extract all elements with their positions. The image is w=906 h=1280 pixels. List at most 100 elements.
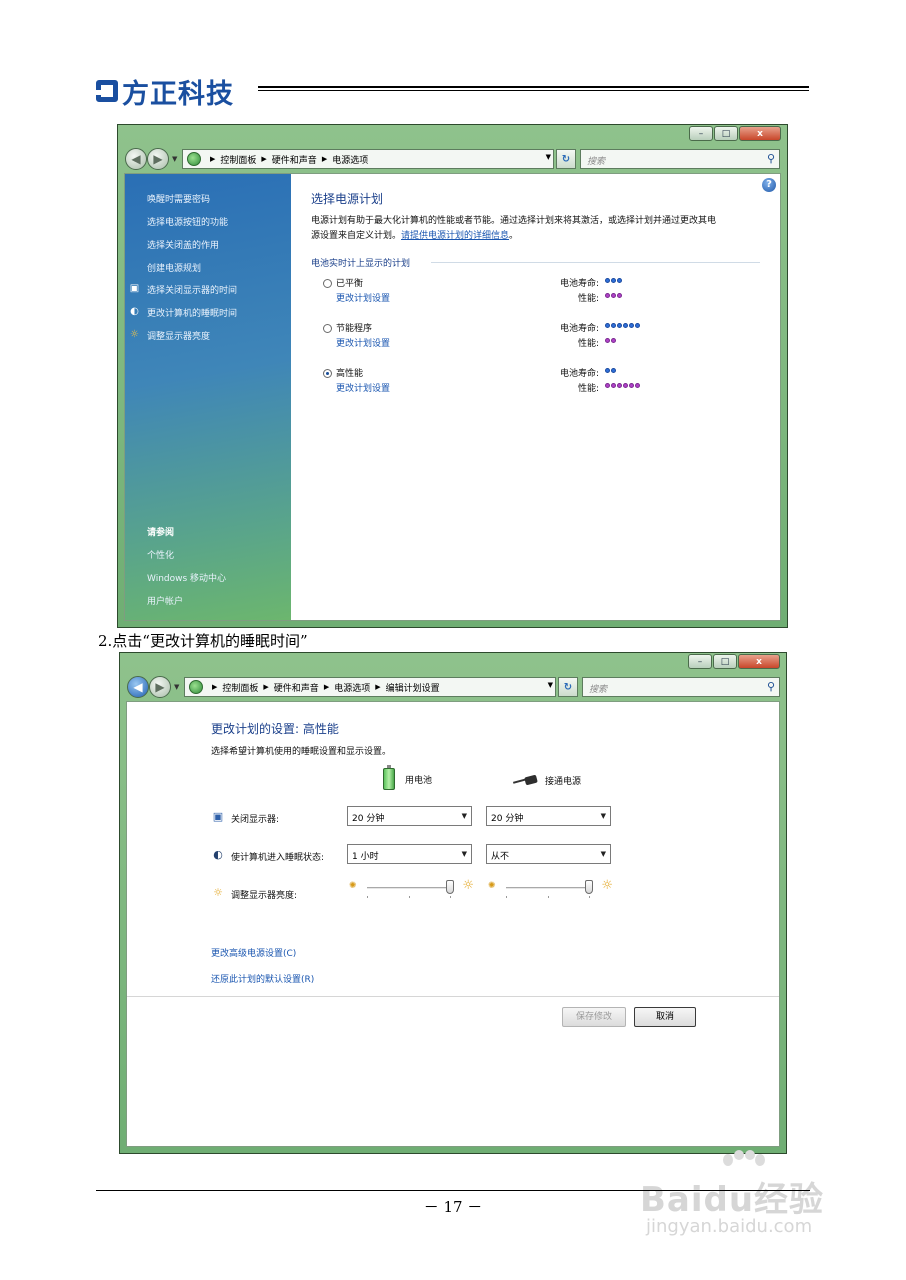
moon-icon: ◐ — [130, 306, 139, 317]
save-changes-button[interactable]: 保存修改 — [562, 1007, 626, 1027]
close-button[interactable]: x — [738, 654, 780, 669]
sidebar-item-lid-close[interactable]: 选择关闭盖的作用 — [147, 238, 219, 251]
slider-thumb[interactable] — [446, 880, 454, 894]
forward-button[interactable]: ▶ — [147, 148, 169, 170]
sleep-plugged-select[interactable]: 从不 ▼ — [486, 844, 611, 864]
column-label-plugged: 接通电源 — [545, 777, 582, 787]
brightness-battery-slider[interactable]: ✺ ☼ — [349, 878, 474, 898]
maximize-button[interactable]: □ — [714, 126, 738, 141]
step-caption: 2.点击“更改计算机的睡眠时间” — [98, 632, 308, 650]
plan-name[interactable]: 节能程序 — [336, 321, 372, 334]
breadcrumb-hardware-sound[interactable]: 硬件和声音 — [274, 681, 319, 694]
power-plug-icon — [513, 776, 539, 786]
slider-thumb[interactable] — [585, 880, 593, 894]
slider-tick — [589, 896, 590, 898]
content-area: 唤醒时需要密码 选择电源按钮的功能 选择关闭盖的作用 创建电源规划 ▣ 选择关闭… — [124, 173, 781, 621]
display-off-plugged-value: 20 分钟 — [491, 814, 524, 824]
description-line: 电源计划有助于最大化计算机的性能或者节能。通过选择计划来将其激活，或选择计划并通… — [311, 216, 717, 226]
battery-life-label: 电池寿命: — [559, 369, 599, 379]
back-button[interactable]: ◀ — [127, 676, 149, 698]
search-icon[interactable]: ⚲ — [767, 152, 775, 165]
search-input[interactable]: 搜索 — [589, 682, 607, 695]
performance-rating — [605, 383, 641, 388]
address-dropdown-icon[interactable]: ▼ — [546, 153, 551, 161]
search-input[interactable]: 搜索 — [587, 154, 605, 167]
sidebar-item-brightness[interactable]: 调整显示器亮度 — [147, 329, 210, 342]
performance-label: 性能: — [577, 339, 599, 349]
search-box[interactable]: 搜索 ⚲ — [580, 149, 780, 169]
breadcrumb-separator-icon: ▶ — [375, 683, 381, 691]
display-off-plugged-select[interactable]: 20 分钟 ▼ — [486, 806, 611, 826]
sidebar-item-mobility-center[interactable]: Windows 移动中心 — [147, 571, 226, 584]
breadcrumb-control-panel[interactable]: 控制面板 — [222, 681, 258, 694]
company-logo: 方正科技 — [95, 74, 234, 110]
change-plan-settings-link[interactable]: 更改计划设置 — [336, 291, 390, 304]
plan-radio[interactable] — [323, 369, 332, 378]
breadcrumb-edit-plan[interactable]: 编辑计划设置 — [386, 681, 440, 694]
back-button[interactable]: ◀ — [125, 148, 147, 170]
slider-tick — [547, 896, 549, 898]
dim-sun-icon: ✺ — [349, 881, 357, 891]
breadcrumb-control-panel[interactable]: 控制面板 — [220, 153, 256, 166]
slider-tick — [367, 896, 368, 898]
sleep-battery-select[interactable]: 1 小时 ▼ — [347, 844, 472, 864]
address-dropdown-icon[interactable]: ▼ — [548, 681, 553, 689]
address-bar[interactable]: ▶ 控制面板 ▶ 硬件和声音 ▶ 电源选项 ▶ 编辑计划设置 ▼ — [184, 677, 556, 697]
brightness-plugged-slider[interactable]: ✺ ☼ — [488, 878, 613, 898]
performance-label: 性能: — [577, 384, 599, 394]
search-icon[interactable]: ⚲ — [767, 680, 775, 693]
forward-button[interactable]: ▶ — [149, 676, 171, 698]
plan-name[interactable]: 高性能 — [336, 366, 363, 379]
sidebar-item-create-plan[interactable]: 创建电源规划 — [147, 261, 201, 274]
refresh-button[interactable]: ↻ — [556, 149, 576, 169]
minimize-button[interactable]: – — [689, 126, 713, 141]
bright-sun-icon: ☼ — [462, 878, 474, 893]
rating-dot — [605, 323, 610, 328]
battery-life-label: 电池寿命: — [559, 324, 599, 334]
change-plan-settings-link[interactable]: 更改计划设置 — [336, 381, 390, 394]
sidebar-item-power-button[interactable]: 选择电源按钮的功能 — [147, 215, 228, 228]
close-button[interactable]: x — [739, 126, 781, 141]
group-divider — [431, 262, 760, 263]
display-off-battery-select[interactable]: 20 分钟 ▼ — [347, 806, 472, 826]
edit-plan-window: – □ x ◀ ▶ ▼ ▶ 控制面板 ▶ 硬件和声音 ▶ 电源选项 ▶ 编辑计划… — [119, 652, 787, 1154]
rating-dot — [623, 383, 628, 388]
rating-dot — [617, 293, 622, 298]
breadcrumb-separator-icon: ▶ — [261, 155, 267, 163]
sidebar-item-display-off[interactable]: 选择关闭显示器的时间 — [147, 283, 237, 296]
sidebar-item-user-accounts[interactable]: 用户帐户 — [147, 594, 183, 607]
recent-pages-dropdown[interactable]: ▼ — [174, 683, 179, 691]
plan-radio[interactable] — [323, 279, 332, 288]
sidebar-item-sleep-time[interactable]: 更改计算机的睡眠时间 — [147, 306, 237, 319]
control-panel-icon — [187, 152, 201, 166]
sidebar-item-personalize[interactable]: 个性化 — [147, 548, 174, 561]
plan-name[interactable]: 已平衡 — [336, 276, 363, 289]
minimize-button[interactable]: – — [688, 654, 712, 669]
change-plan-settings-link[interactable]: 更改计划设置 — [336, 336, 390, 349]
plan-radio[interactable] — [323, 324, 332, 333]
maximize-button[interactable]: □ — [713, 654, 737, 669]
restore-defaults-link[interactable]: 还原此计划的默认设置(R) — [211, 972, 314, 985]
sidebar-item-wake-password[interactable]: 唤醒时需要密码 — [147, 192, 210, 205]
address-bar[interactable]: ▶ 控制面板 ▶ 硬件和声音 ▶ 电源选项 ▼ — [182, 149, 554, 169]
advanced-settings-link[interactable]: 更改高级电源设置(C) — [211, 946, 296, 959]
cancel-button[interactable]: 取消 — [634, 1007, 696, 1027]
refresh-button[interactable]: ↻ — [558, 677, 578, 697]
description-line: 源设置来自定义计划。 — [311, 231, 402, 241]
breadcrumb-power-options[interactable]: 电源选项 — [334, 681, 370, 694]
sleep-label: 使计算机进入睡眠状态: — [231, 853, 325, 863]
slider-track — [367, 887, 450, 889]
breadcrumb-power-options[interactable]: 电源选项 — [332, 153, 368, 166]
battery-life-rating — [605, 323, 641, 328]
rating-dot — [605, 278, 610, 283]
search-box[interactable]: 搜索 ⚲ — [582, 677, 780, 697]
display-off-label: 关闭显示器: — [231, 815, 280, 825]
help-icon[interactable]: ? — [762, 178, 776, 192]
brightness-icon: ☼ — [130, 329, 139, 340]
rating-dot — [605, 383, 610, 388]
breadcrumb-hardware-sound[interactable]: 硬件和声音 — [272, 153, 317, 166]
recent-pages-dropdown[interactable]: ▼ — [172, 155, 177, 163]
battery-life-label: 电池寿命: — [559, 279, 599, 289]
plan-details-link[interactable]: 请提供电源计划的详细信息 — [401, 231, 509, 241]
power-options-window: – □ x ◀ ▶ ▼ ▶ 控制面板 ▶ 硬件和声音 ▶ 电源选项 ▼ ↻ 搜索… — [117, 124, 788, 628]
